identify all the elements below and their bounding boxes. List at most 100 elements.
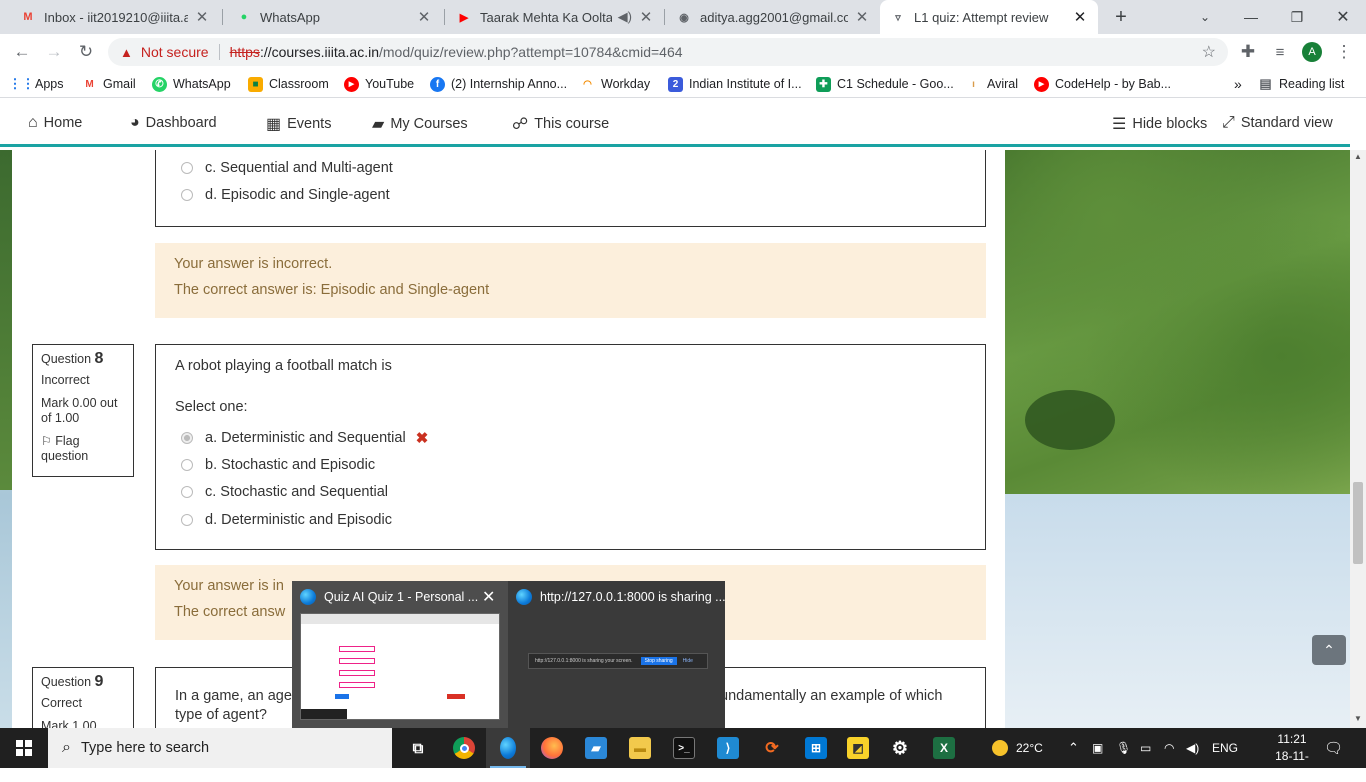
preview-thumbnail: http://127.0.0.1:8000 is sharing your sc… bbox=[528, 653, 708, 669]
tray-overflow-icon[interactable]: ⌃ bbox=[1068, 728, 1079, 768]
close-icon[interactable]: ✕ bbox=[854, 8, 870, 26]
bookmark-internship[interactable]: f (2) Internship Anno... bbox=[430, 75, 567, 93]
taskbar-store[interactable]: ⊞ bbox=[794, 728, 838, 768]
scroll-down-icon[interactable]: ▼ bbox=[1350, 714, 1366, 723]
menu-icon[interactable]: ⋮ bbox=[1332, 40, 1356, 64]
bookmark-apps[interactable]: ⋮⋮ Apps bbox=[8, 75, 64, 93]
bookmarks-bar: ⋮⋮ Apps M Gmail ✆ WhatsApp ■ Classroom ▶ YouT… bbox=[0, 70, 1366, 98]
task-view-button[interactable]: ⧉ bbox=[396, 728, 440, 768]
taskbar-app[interactable]: ▰ bbox=[574, 728, 618, 768]
bookmark-codehelp[interactable]: ▶ CodeHelp - by Bab... bbox=[1034, 75, 1171, 93]
tab-youtube[interactable]: ▶ Taarak Mehta Ka Ooltah ◀) ✕ bbox=[446, 0, 664, 34]
taskbar-firefox[interactable] bbox=[530, 728, 574, 768]
tab-gmail[interactable]: M Inbox - iit2019210@iiita.ac.in ✕ bbox=[10, 0, 220, 34]
tray-battery-icon[interactable]: ▭ bbox=[1140, 728, 1151, 768]
url-host: ://courses.iiita.ac.in bbox=[259, 44, 379, 60]
close-icon[interactable]: ✕ bbox=[482, 587, 495, 607]
bookmark-star-icon[interactable]: ☆ bbox=[1202, 42, 1216, 62]
question-status: Correct bbox=[41, 696, 82, 710]
bookmark-gmail[interactable]: M Gmail bbox=[82, 75, 135, 93]
tray-meet-icon[interactable]: ▣ bbox=[1092, 728, 1103, 768]
nav-home[interactable]: ⌂ Home bbox=[28, 114, 82, 132]
media-controls-icon[interactable]: ≡ bbox=[1268, 40, 1292, 64]
scrollbar-thumb[interactable] bbox=[1353, 482, 1363, 564]
tray-wifi-icon[interactable]: ◠ bbox=[1164, 728, 1174, 768]
close-icon[interactable]: ✕ bbox=[194, 8, 210, 26]
extensions-icon[interactable]: ✚ bbox=[1236, 40, 1260, 64]
weather-widget[interactable]: 22°C bbox=[992, 728, 1043, 768]
forward-icon[interactable]: → bbox=[42, 40, 66, 64]
restore-button[interactable]: ❐ bbox=[1274, 0, 1320, 34]
question-text-continued: undamentally an example of which bbox=[720, 688, 943, 704]
url-protocol: https bbox=[229, 44, 260, 60]
new-tab-button[interactable]: + bbox=[1106, 0, 1136, 34]
language-indicator[interactable]: ENG bbox=[1212, 728, 1238, 768]
tab-search-icon[interactable]: ⌄ bbox=[1182, 0, 1228, 34]
standard-view-button[interactable]: ⤢ Standard view bbox=[1222, 114, 1333, 132]
not-secure-label[interactable]: Not secure bbox=[141, 44, 209, 60]
nav-events[interactable]: ▦ Events bbox=[266, 114, 331, 134]
bookmark-whatsapp[interactable]: ✆ WhatsApp bbox=[152, 75, 231, 93]
nav-label: My Courses bbox=[390, 116, 468, 132]
minimize-button[interactable]: — bbox=[1228, 0, 1274, 34]
bookmark-label: WhatsApp bbox=[173, 77, 231, 91]
reload-icon[interactable]: ↻ bbox=[74, 40, 98, 64]
back-to-top-button[interactable]: ⌃ bbox=[1312, 635, 1346, 665]
address-bar[interactable]: ▲ Not secure https://courses.iiita.ac.in… bbox=[108, 38, 1228, 66]
bookmark-iiit[interactable]: 2 Indian Institute of I... bbox=[668, 75, 802, 93]
question-8-box: A robot playing a football match is Sele… bbox=[155, 344, 986, 550]
taskbar-search-box[interactable]: ⌕ Type here to search bbox=[48, 728, 392, 768]
nav-dashboard[interactable]: ◕ Dashboard bbox=[130, 114, 217, 132]
bookmark-label: (2) Internship Anno... bbox=[451, 77, 568, 91]
close-icon[interactable]: ✕ bbox=[1072, 8, 1088, 26]
taskbar-excel[interactable]: X bbox=[922, 728, 966, 768]
taskbar-sticky-notes[interactable]: ◩ bbox=[836, 728, 880, 768]
taskbar-settings[interactable]: ⚙ bbox=[878, 728, 922, 768]
hide-blocks-button[interactable]: ☰ Hide blocks bbox=[1112, 114, 1207, 134]
apps-grid-icon: ⋮⋮ bbox=[8, 76, 35, 91]
close-icon[interactable]: ✕ bbox=[638, 8, 654, 26]
preview-window-quiz[interactable]: Quiz AI Quiz 1 - Personal ... ✕ bbox=[292, 581, 508, 728]
system-clock[interactable]: 11:21 18-11-2021 bbox=[1262, 731, 1322, 782]
bookmark-youtube[interactable]: ▶ YouTube bbox=[344, 75, 414, 93]
tray-mic-icon[interactable]: 🎙 bbox=[1116, 728, 1131, 768]
page-scrollbar[interactable]: ▲ ▼ bbox=[1350, 150, 1366, 728]
browser-toolbar: ← → ↻ ▲ Not secure https://courses.iiita… bbox=[0, 34, 1366, 70]
taskbar-edge[interactable] bbox=[486, 728, 530, 768]
taskbar-vscode[interactable]: ⟩ bbox=[706, 728, 750, 768]
taskbar-file-explorer[interactable]: ▬ bbox=[618, 728, 662, 768]
tab-quiz-review[interactable]: ▿ L1 quiz: Attempt review ✕ bbox=[880, 0, 1098, 34]
window-close-button[interactable]: ✕ bbox=[1320, 0, 1366, 34]
taskbar-terminal[interactable]: >_ bbox=[662, 728, 706, 768]
search-icon: ⌕ bbox=[62, 739, 71, 756]
sheets-icon: ✚ bbox=[816, 76, 831, 92]
whatsapp-icon: ✆ bbox=[152, 76, 167, 92]
reading-list-button[interactable]: ▤ Reading list bbox=[1258, 75, 1344, 93]
question-label: Question bbox=[41, 675, 92, 689]
taskbar-app-orange[interactable]: ⟳ bbox=[750, 728, 794, 768]
back-icon[interactable]: ← bbox=[10, 40, 34, 64]
bookmark-c1-schedule[interactable]: ✚ C1 Schedule - Goo... bbox=[816, 75, 954, 93]
preview-window-sharing[interactable]: http://127.0.0.1:8000 is sharing ... htt… bbox=[508, 581, 726, 728]
close-icon[interactable]: ✕ bbox=[416, 8, 432, 26]
notification-icon[interactable]: 🗨 bbox=[1324, 728, 1343, 768]
tab-google[interactable]: ◉ aditya.agg2001@gmail.com ✕ bbox=[666, 0, 880, 34]
tab-title: aditya.agg2001@gmail.com bbox=[700, 9, 848, 25]
scroll-up-icon[interactable]: ▲ bbox=[1350, 152, 1366, 161]
bookmark-classroom[interactable]: ■ Classroom bbox=[248, 75, 329, 93]
more-bookmarks-icon[interactable]: » bbox=[1234, 75, 1242, 93]
flag-question-link[interactable]: ⚐ Flag question bbox=[41, 434, 125, 464]
bookmark-label: Classroom bbox=[269, 77, 329, 91]
avatar[interactable]: A bbox=[1302, 42, 1322, 62]
tab-whatsapp[interactable]: ● WhatsApp ✕ bbox=[226, 0, 442, 34]
taskbar-chrome[interactable] bbox=[442, 728, 486, 768]
question-number: 8 bbox=[94, 350, 104, 367]
speaker-icon[interactable]: ◀) bbox=[618, 9, 632, 25]
start-button[interactable] bbox=[0, 728, 48, 768]
answer-option: a. Deterministic and Sequential ✖ bbox=[181, 429, 428, 447]
bookmark-workday[interactable]: ◠ Workday bbox=[580, 75, 650, 93]
nav-this-course[interactable]: ☍ This course bbox=[512, 114, 609, 134]
tray-volume-icon[interactable]: ◀) bbox=[1186, 728, 1199, 768]
bookmark-aviral[interactable]: ı Aviral bbox=[966, 75, 1018, 93]
nav-my-courses[interactable]: ▰ My Courses bbox=[372, 114, 468, 134]
